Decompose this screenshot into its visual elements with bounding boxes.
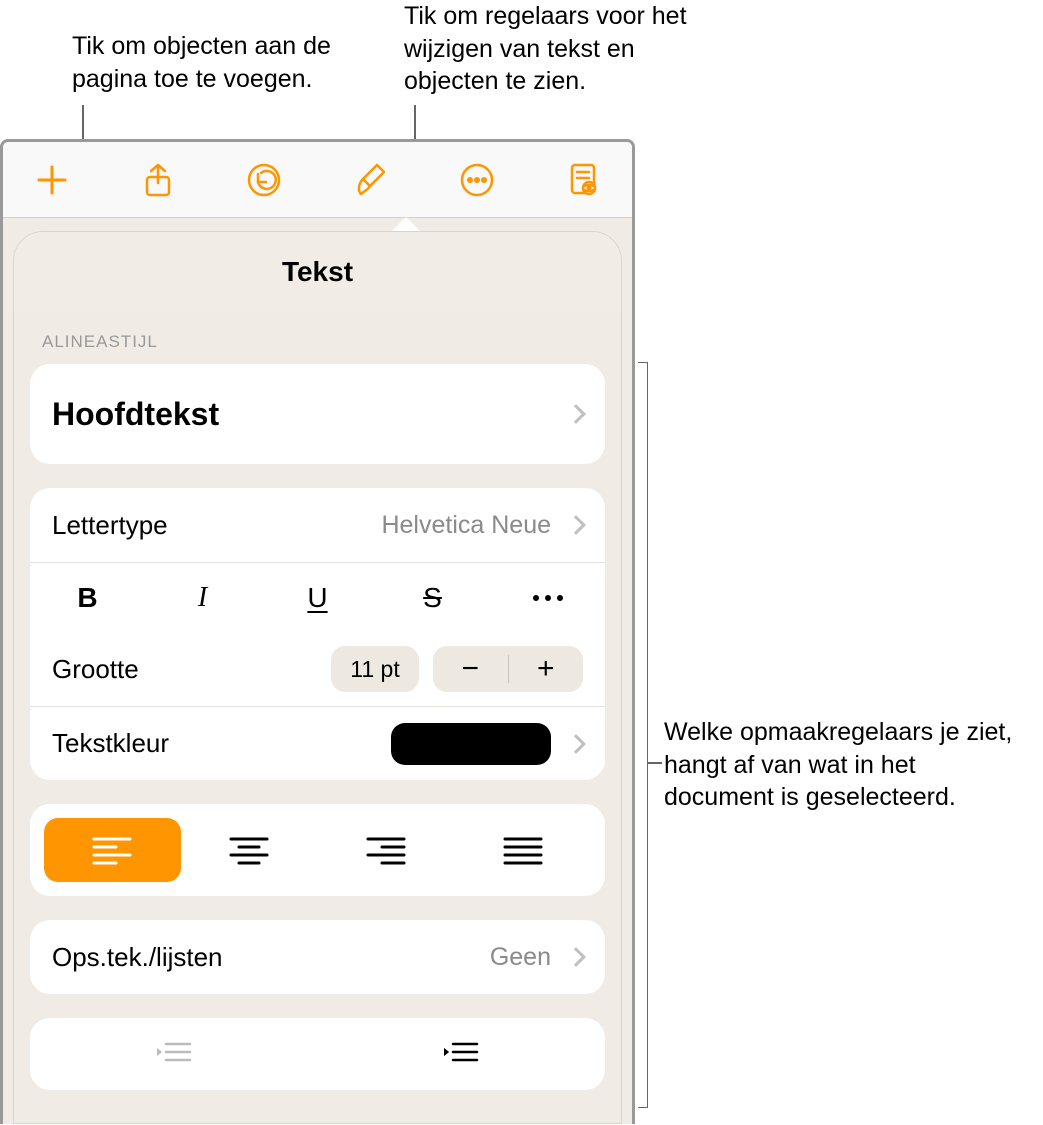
size-row: Grootte 11 pt − +: [30, 632, 605, 706]
outdent-button[interactable]: [30, 1018, 318, 1090]
chevron-right-icon: [566, 404, 586, 424]
callout-line: [648, 762, 662, 764]
format-brush-icon[interactable]: [352, 161, 390, 199]
underline-button[interactable]: U: [260, 563, 375, 632]
paragraph-style-card: Hoofdtekst: [30, 364, 605, 464]
align-justify-button[interactable]: [454, 818, 591, 882]
align-center-button[interactable]: [181, 818, 318, 882]
text-color-label: Tekstkleur: [52, 728, 169, 759]
popover-pointer: [392, 217, 420, 231]
chevron-right-icon: [566, 734, 586, 754]
bullets-value: Geen: [490, 943, 551, 972]
undo-icon[interactable]: [245, 161, 283, 199]
bullets-card: Ops.tek./lijsten Geen: [30, 920, 605, 994]
bullets-label: Ops.tek./lijsten: [52, 942, 223, 973]
document-view-icon[interactable]: [564, 161, 602, 199]
section-label-paragraph-style: ALINEASTIJL: [42, 332, 605, 352]
size-stepper: − +: [433, 646, 583, 692]
font-label: Lettertype: [52, 510, 168, 541]
font-card: Lettertype Helvetica Neue B I U S Groott…: [30, 488, 605, 780]
toolbar: [3, 142, 632, 218]
bold-button[interactable]: B: [30, 563, 145, 632]
paragraph-style-row[interactable]: Hoofdtekst: [30, 364, 605, 464]
share-icon[interactable]: [139, 161, 177, 199]
font-value: Helvetica Neue: [381, 511, 551, 540]
add-icon[interactable]: [33, 161, 71, 199]
callout-controls: Welke opmaakregelaars je ziet, hangt af …: [664, 716, 1024, 814]
callout-bracket: [638, 362, 648, 1108]
size-increase-button[interactable]: +: [509, 646, 584, 692]
more-circle-icon[interactable]: [458, 161, 496, 199]
chevron-right-icon: [566, 947, 586, 967]
align-right-button[interactable]: [318, 818, 455, 882]
indent-card: [30, 1018, 605, 1090]
indent-button[interactable]: [318, 1018, 606, 1090]
callout-add: Tik om objecten aan de pagina toe te voe…: [72, 30, 392, 95]
font-row[interactable]: Lettertype Helvetica Neue: [30, 488, 605, 562]
device-frame: Tekst ALINEASTIJL Hoofdtekst Lettertype …: [0, 139, 635, 1124]
text-style-segments: B I U S: [30, 562, 605, 632]
paragraph-style-value: Hoofdtekst: [52, 396, 219, 433]
italic-button[interactable]: I: [145, 563, 260, 632]
more-text-options-button[interactable]: [490, 563, 605, 632]
size-value[interactable]: 11 pt: [331, 646, 419, 692]
align-left-button[interactable]: [44, 818, 181, 882]
chevron-right-icon: [566, 515, 586, 535]
text-color-swatch[interactable]: [391, 723, 551, 765]
callout-format: Tik om regelaars voor het wijzigen van t…: [404, 0, 704, 98]
alignment-card: [30, 804, 605, 896]
strikethrough-button[interactable]: S: [375, 563, 490, 632]
size-label: Grootte: [52, 654, 139, 685]
text-color-row[interactable]: Tekstkleur: [30, 706, 605, 780]
size-decrease-button[interactable]: −: [433, 646, 508, 692]
format-panel: Tekst ALINEASTIJL Hoofdtekst Lettertype …: [13, 231, 622, 1124]
panel-title: Tekst: [14, 232, 621, 312]
bullets-row[interactable]: Ops.tek./lijsten Geen: [30, 920, 605, 994]
